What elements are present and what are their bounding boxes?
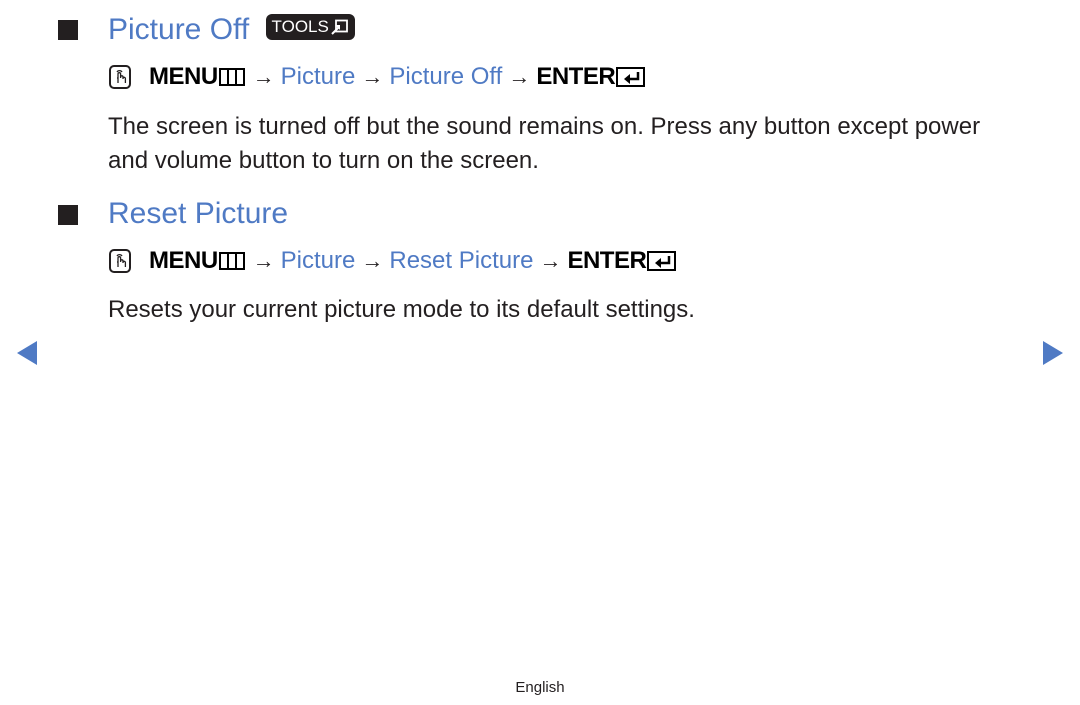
arrow-icon: → [508, 64, 531, 89]
path-step-reset-picture[interactable]: Reset Picture [389, 249, 533, 273]
footer-language: English [0, 679, 1080, 696]
arrow-icon: → [539, 248, 562, 273]
menu-grid-icon [218, 68, 245, 86]
previous-page-arrow-icon[interactable] [17, 341, 37, 365]
menu-grid-icon [218, 252, 245, 270]
description-picture-off: The screen is turned off but the sound r… [108, 113, 981, 174]
arrow-icon: → [252, 64, 275, 89]
menu-path-picture-off: MENU → Picture → Picture Off → ENTER [109, 65, 646, 89]
osd-hand-icon [109, 249, 131, 273]
path-step-picture[interactable]: Picture [281, 65, 356, 89]
menu-key-label: MENU [149, 247, 218, 274]
tools-badge: TOOLS [265, 14, 355, 41]
enter-key-label: ENTER [536, 63, 616, 90]
section-bullet-icon [58, 20, 78, 40]
section-heading-picture-off: Picture Off TOOLS [108, 13, 355, 46]
heading-text: Reset Picture [108, 197, 289, 230]
tools-badge-label: TOOLS [271, 17, 329, 37]
heading-text: Picture Off [108, 13, 250, 46]
language-label: English [515, 679, 565, 696]
enter-key-label: ENTER [567, 247, 647, 274]
menu-key-label: MENU [149, 63, 218, 90]
enter-return-icon [647, 251, 677, 271]
path-step-picture[interactable]: Picture [281, 249, 356, 273]
arrow-icon: → [252, 248, 275, 273]
osd-hand-icon [109, 65, 131, 89]
arrow-icon: → [361, 248, 384, 273]
description-reset-picture: Resets your current picture mode to its … [108, 296, 695, 323]
tools-icon [331, 19, 348, 35]
section-bullet-icon [58, 205, 78, 225]
section-heading-reset-picture: Reset Picture [108, 199, 288, 229]
next-page-arrow-icon[interactable] [1043, 341, 1063, 365]
enter-return-icon [616, 67, 646, 87]
path-step-picture-off[interactable]: Picture Off [389, 65, 502, 89]
arrow-icon: → [361, 64, 384, 89]
menu-path-reset-picture: MENU → Picture → Reset Picture → ENTER [109, 249, 677, 273]
